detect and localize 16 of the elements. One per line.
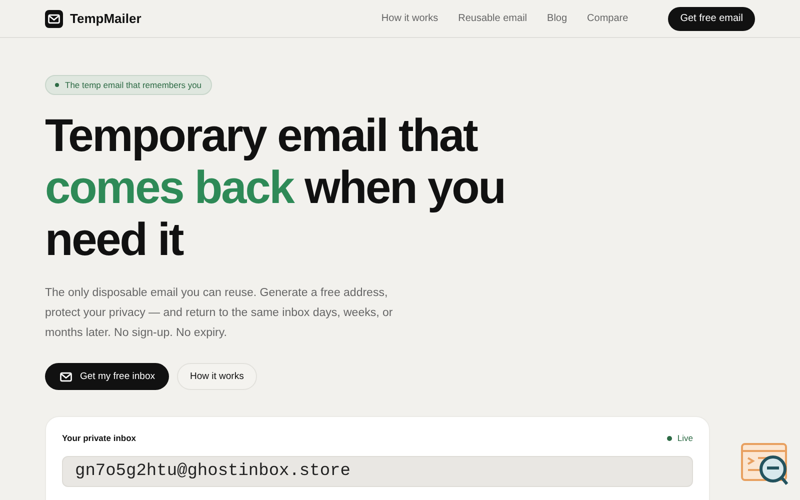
tagline-badge: The temp email that remembers you	[45, 75, 212, 95]
email-address-field[interactable]: gn7o5g2htu@ghostinbox.store	[62, 456, 693, 487]
how-it-works-button[interactable]: How it works	[176, 363, 257, 390]
lead-paragraph: The only disposable email you can reuse. Generate a free address, protect your privacy — and return to the same inbox days, weeks, or months later. No sign-up. No expiry.	[45, 286, 394, 341]
nav-link[interactable]: Blog	[547, 13, 568, 24]
mail-icon	[59, 370, 73, 384]
get-inbox-button[interactable]: Get my free inbox	[45, 363, 169, 390]
inbox-title: Your private inbox	[62, 433, 136, 443]
nav-link[interactable]: Compare	[587, 13, 628, 24]
live-status: Live	[667, 433, 693, 443]
brand-name: TempMailer	[70, 11, 142, 26]
headline: Temporary email that comes back when you need it	[45, 109, 506, 265]
nav-link[interactable]: Reusable email	[458, 13, 528, 24]
get-free-email-button[interactable]: Get free email	[668, 6, 755, 30]
browser-search-icon[interactable]	[740, 442, 790, 488]
nav-link[interactable]: How it works	[381, 13, 438, 24]
